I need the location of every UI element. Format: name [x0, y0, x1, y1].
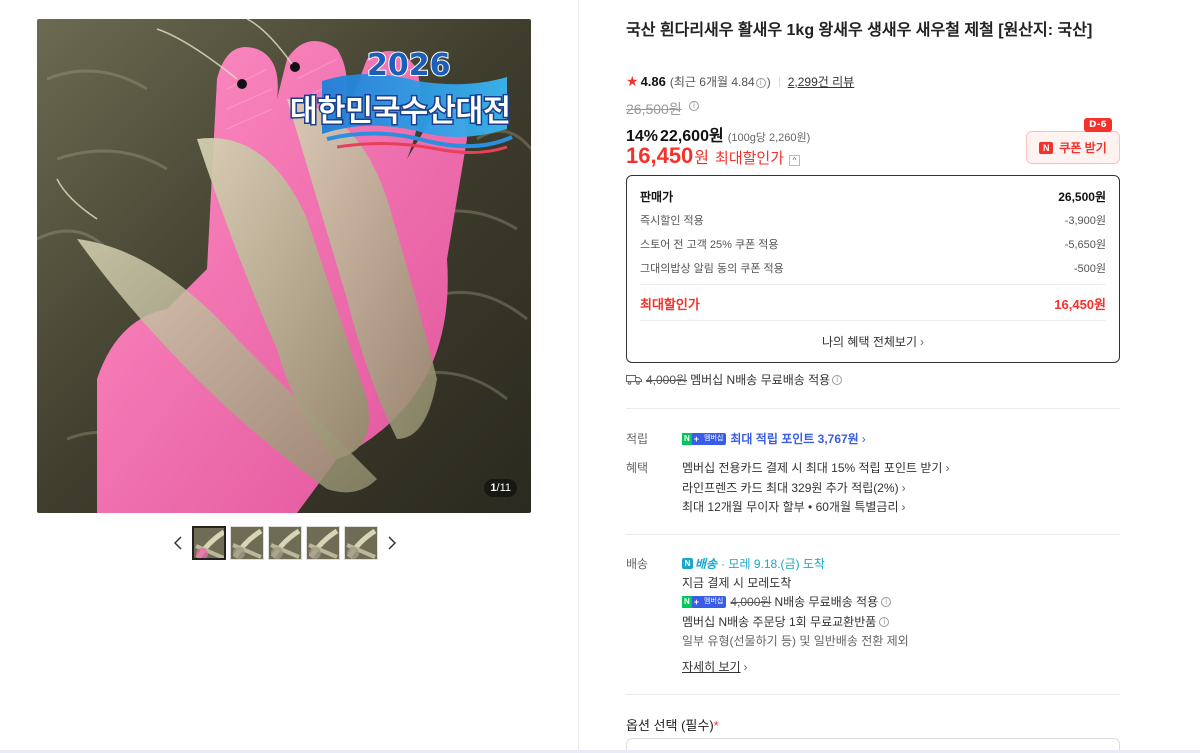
shipping-summary: 4,000원 멤버십 N배송 무료배송 적용 i: [626, 371, 843, 388]
max-points-link[interactable]: 최대 적립 포인트 3,767원: [730, 430, 858, 447]
max-discount-won: 원: [694, 150, 710, 167]
benefits-section-label: 혜택: [626, 461, 649, 475]
chevron-right-icon: [388, 536, 396, 550]
benefit-item[interactable]: 멤버십 전용카드 결제 시 최대 15% 적립 포인트 받기 ›: [682, 459, 949, 476]
coupon-area: N 쿠폰 받기 D-6: [1026, 118, 1120, 164]
info-icon[interactable]: i: [881, 596, 892, 607]
delivery-fee-text: N배송 무료배송 적용: [774, 595, 879, 609]
benefit-item[interactable]: 최대 12개월 무이자 할부 • 60개월 특별금리 ›: [682, 498, 906, 515]
delivery-eta-row: N 배송 · 모레 9.18.(금) 도착: [682, 555, 825, 572]
chevron-right-icon: ›: [861, 431, 866, 446]
breakdown-row-sale: 판매가 26,500원: [640, 190, 1106, 204]
option-select-label: 옵션 선택 (필수)*: [626, 718, 719, 733]
benefit-item[interactable]: 라인프렌즈 카드 최대 329원 추가 적립(2%) ›: [682, 479, 906, 496]
thumb-next-button[interactable]: [382, 525, 402, 561]
coupon-label: 쿠폰 받기: [1059, 141, 1107, 155]
shipping-fee-original: 4,000원: [646, 373, 688, 387]
thumbnail[interactable]: [192, 526, 226, 560]
delivery-fee-original: 4,000원: [730, 595, 772, 609]
image-counter: 1/11: [484, 479, 517, 497]
product-gallery: 2026 대한민국수산대전 1/11: [0, 0, 578, 753]
thumb-prev-button[interactable]: [168, 525, 188, 561]
thumbnail[interactable]: [230, 526, 264, 560]
n-delivery-logo: N 배송: [682, 555, 717, 572]
points-section-label: 적립: [626, 432, 649, 446]
breakdown-divider: [640, 320, 1106, 321]
max-discount-label: 최대할인가: [715, 150, 785, 167]
info-icon[interactable]: i: [879, 616, 890, 627]
delivery-fee-row: N + 멤버십 4,000원 N배송 무료배송 적용 i: [682, 593, 892, 610]
info-icon[interactable]: i: [832, 374, 843, 385]
max-discount-price: 16,450: [626, 143, 694, 168]
section-divider: [626, 408, 1120, 409]
thumbnail-list: [192, 526, 378, 560]
delivery-return-row: 멤버십 N배송 주문당 1회 무료교환반품 i: [682, 613, 890, 630]
recent-rating: (최근 6개월 4.84 i): [669, 75, 771, 89]
breakdown-row-store-coupon: 스토어 전 고객 25% 쿠폰 적용 -5,650원: [640, 239, 1106, 251]
delivery-eta: · 모레 9.18.(금) 도착: [721, 557, 825, 571]
star-icon: ★: [626, 73, 639, 89]
membership-badge: N + 멤버십: [682, 432, 727, 445]
separator: [778, 76, 780, 87]
badge-year: 2026: [367, 48, 451, 83]
delivery-details-link[interactable]: 자세히 보기 ›: [682, 658, 748, 675]
thumbnail[interactable]: [344, 526, 378, 560]
breakdown-row-alert-coupon: 그대의밥상 알림 동의 쿠폰 적용 -500원: [640, 263, 1106, 275]
thumbnail-image: [231, 527, 263, 559]
thumbnail-strip: [168, 525, 402, 561]
coupon-download-button[interactable]: N 쿠폰 받기: [1026, 131, 1120, 164]
delivery-section-label: 배송: [626, 557, 649, 571]
max-discount-row: 16,450 원 최대할인가 ^: [626, 143, 801, 169]
product-title: 국산 흰다리새우 활새우 1kg 왕새우 생새우 새우철 제철 [원산지: 국산…: [626, 22, 1093, 39]
badge-title: 대한민국수산대전: [290, 94, 511, 129]
thumbnail-image: [194, 528, 224, 558]
thumbnail-image: [307, 527, 339, 559]
thumbnail[interactable]: [306, 526, 340, 560]
thumbnail[interactable]: [268, 526, 302, 560]
naver-n-icon: N: [1039, 141, 1054, 154]
view-all-benefits-link[interactable]: 나의 혜택 전체보기 ›: [627, 333, 1119, 350]
info-icon[interactable]: i: [755, 78, 766, 88]
thumbnail-image: [269, 527, 301, 559]
column-divider: [578, 0, 579, 753]
section-divider: [626, 694, 1120, 695]
chevron-left-icon: [174, 536, 182, 550]
delivery-exclusion: 일부 유형(선물하기 등) 및 일반배송 전환 제외: [682, 634, 909, 648]
main-product-image[interactable]: 2026 대한민국수산대전 1/11: [37, 19, 531, 513]
delivery-line: 지금 결제 시 모레도착: [682, 576, 792, 590]
shipping-summary-text: 멤버십 N배송 무료배송 적용: [690, 373, 831, 387]
shrimp-photo: 2026 대한민국수산대전: [37, 19, 531, 513]
breakdown-row-instant: 즉시할인 적용 -3,900원: [640, 215, 1106, 227]
truck-icon: [626, 375, 642, 385]
price-info-icon[interactable]: i: [689, 101, 699, 111]
thumbnail-image: [345, 527, 377, 559]
breakdown-divider: [640, 284, 1106, 285]
original-price: 26,500원: [626, 101, 682, 117]
rating-row: ★ 4.86 (최근 6개월 4.84 i) 2,299건 리뷰: [626, 73, 854, 90]
section-divider: [626, 534, 1120, 535]
chevron-up-icon[interactable]: ^: [789, 155, 801, 166]
review-count-link[interactable]: 2,299건 리뷰: [788, 73, 854, 90]
coupon-dday-badge: D-6: [1084, 118, 1112, 132]
breakdown-row-total: 최대할인가 16,450원: [640, 297, 1106, 312]
rating-value: 4.86: [640, 74, 666, 89]
points-row: N + 멤버십 최대 적립 포인트 3,767원 ›: [682, 430, 866, 447]
membership-badge: N + 멤버십: [682, 595, 727, 608]
price-breakdown-box: 판매가 26,500원 즉시할인 적용 -3,900원 스토어 전 고객 25% 쿠…: [626, 175, 1120, 363]
